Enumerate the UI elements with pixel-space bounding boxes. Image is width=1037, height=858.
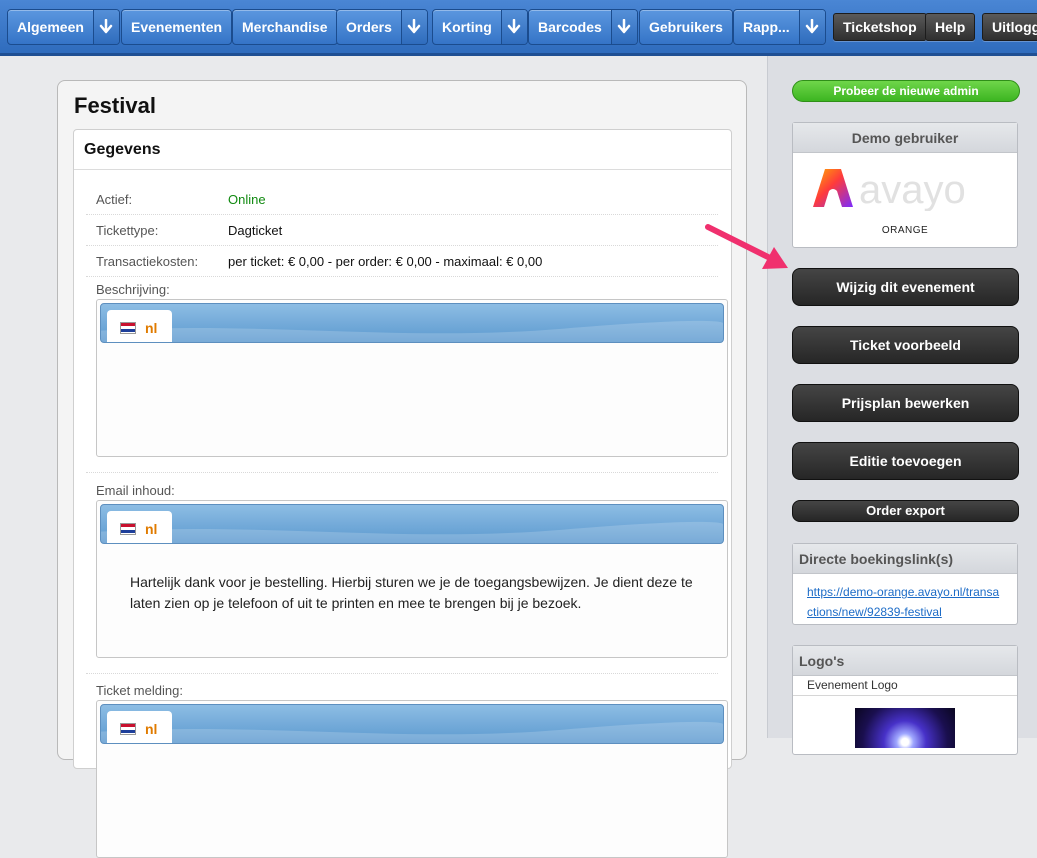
nav-merchandise-label: Merchandise	[242, 19, 328, 35]
add-edition-button[interactable]: Editie toevoegen	[792, 442, 1019, 480]
dutch-flag-icon	[120, 722, 136, 735]
nav-barcodes-label: Barcodes	[538, 19, 602, 35]
gegevens-card: Gegevens Actief: Online Tickettype: Dagt…	[73, 129, 732, 858]
logos-box: Logo's Evenement Logo	[792, 645, 1018, 755]
language-tab-nl[interactable]: nl	[107, 711, 172, 743]
booking-link[interactable]: https://demo-orange.avayo.nl/transaction…	[807, 585, 999, 619]
brand-subtitle: ORANGE	[881, 225, 929, 236]
field-row-tickettype: Tickettype: Dagticket	[86, 215, 718, 246]
edit-event-button[interactable]: Wijzig dit evenement	[792, 268, 1019, 306]
nav-orders[interactable]: Orders	[336, 9, 428, 45]
demo-user-title: Demo gebruiker	[793, 123, 1017, 153]
arrow-down-icon[interactable]	[500, 10, 527, 44]
language-tabstrip: nl	[100, 704, 724, 744]
editor-beschrijving[interactable]: nl	[96, 299, 728, 457]
divider	[86, 472, 718, 473]
language-tab-nl[interactable]: nl	[107, 511, 172, 543]
nav-barcodes[interactable]: Barcodes	[528, 9, 638, 45]
demo-user-box: Demo gebruiker avayo ORANGE	[792, 122, 1018, 248]
arrow-down-icon[interactable]	[798, 10, 825, 44]
main-panel: Festival Gegevens Actief: Online Tickett…	[57, 80, 747, 858]
language-code: nl	[145, 720, 158, 737]
nav-gebruikers-label: Gebruikers	[649, 19, 723, 35]
field-label: Tickettype:	[96, 223, 159, 238]
brand-wordmark: avayo	[859, 168, 966, 211]
ticket-preview-button[interactable]: Ticket voorbeeld	[792, 326, 1019, 364]
status-value: Online	[228, 192, 266, 207]
arrow-down-icon[interactable]	[610, 10, 637, 44]
top-navigation: Algemeen Evenementen Merchandise Orders …	[0, 0, 1037, 56]
event-logo-label: Evenement Logo	[793, 676, 1017, 696]
field-label: Transactiekosten:	[96, 254, 199, 269]
section-label-email-inhoud: Email inhoud:	[96, 483, 175, 498]
try-new-admin-button[interactable]: Probeer de nieuwe admin	[792, 80, 1020, 102]
language-tabstrip: nl	[100, 303, 724, 343]
card-title: Gegevens	[74, 130, 731, 170]
language-tabstrip: nl	[100, 504, 724, 544]
arrow-down-icon[interactable]	[400, 10, 427, 44]
editor-email-inhoud[interactable]: nl Hartelijk dank voor je bestelling. Hi…	[96, 500, 728, 658]
booking-links-box: Directe boekingslink(s) https://demo-ora…	[792, 543, 1018, 625]
language-tab-nl[interactable]: nl	[107, 310, 172, 342]
annotation-arrow-icon	[705, 224, 788, 269]
order-export-button[interactable]: Order export	[792, 500, 1019, 522]
nav-korting[interactable]: Korting	[432, 9, 528, 45]
booking-links-title: Directe boekingslink(s)	[793, 544, 1017, 574]
nav-algemeen-label: Algemeen	[17, 19, 84, 35]
section-label-beschrijving: Beschrijving:	[96, 282, 170, 297]
nav-evenementen[interactable]: Evenementen	[121, 9, 233, 45]
nav-orders-label: Orders	[346, 19, 392, 35]
edit-price-plan-button[interactable]: Prijsplan bewerken	[792, 384, 1019, 422]
editor-content: Hartelijk dank voor je bestelling. Hierb…	[130, 574, 693, 611]
language-code: nl	[145, 319, 158, 336]
field-label: Actief:	[96, 192, 133, 207]
divider	[86, 673, 718, 674]
section-label-ticket-melding: Ticket melding:	[96, 683, 183, 698]
logos-title: Logo's	[793, 646, 1017, 676]
nav-gebruikers[interactable]: Gebruikers	[639, 9, 733, 45]
field-value: per ticket: € 0,00 - per order: € 0,00 -…	[228, 254, 543, 269]
nav-rapportages-label: Rapp...	[743, 19, 790, 35]
nav-korting-label: Korting	[442, 19, 492, 35]
avayo-logo: avayo	[813, 168, 966, 211]
nav-evenementen-label: Evenementen	[131, 19, 223, 35]
field-row-actief: Actief: Online	[86, 184, 718, 215]
sidebar: Probeer de nieuwe admin Demo gebruiker a…	[767, 56, 1037, 755]
nav-merchandise[interactable]: Merchandise	[232, 9, 338, 45]
nav-uitloggen[interactable]: Uitloggen	[982, 13, 1037, 41]
nav-ticketshop[interactable]: Ticketshop	[833, 13, 927, 41]
editor-ticket-melding[interactable]: nl	[96, 700, 728, 858]
field-value: Dagticket	[228, 223, 283, 238]
dutch-flag-icon	[120, 321, 136, 334]
nav-rapportages[interactable]: Rapp...	[733, 9, 826, 45]
field-row-transactiekosten: Transactiekosten: per ticket: € 0,00 - p…	[86, 246, 718, 277]
event-logo-image	[855, 708, 955, 748]
nav-help[interactable]: Help	[925, 13, 976, 41]
language-code: nl	[145, 520, 158, 537]
nav-algemeen[interactable]: Algemeen	[7, 9, 120, 45]
dutch-flag-icon	[120, 522, 136, 535]
page-title: Festival	[74, 93, 156, 118]
arrow-down-icon[interactable]	[92, 10, 119, 44]
booking-link-area: https://demo-orange.avayo.nl/transaction…	[793, 574, 1017, 630]
